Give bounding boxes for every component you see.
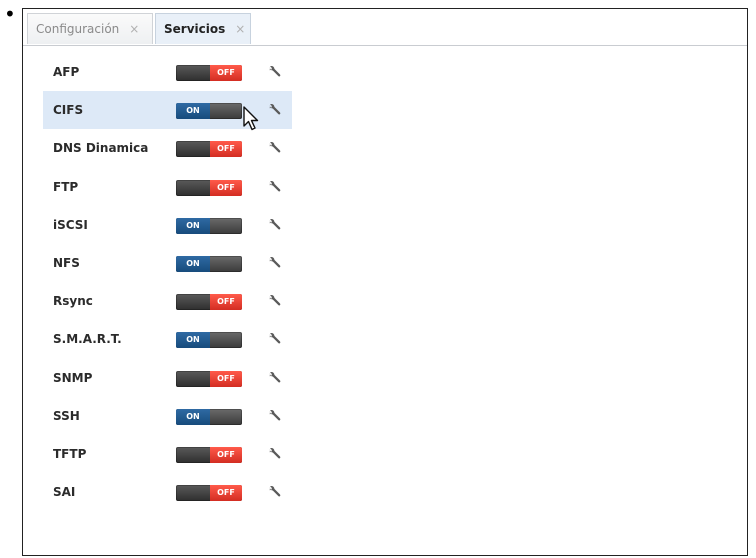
service-row[interactable]: S.M.A.R.T. ON [43, 320, 292, 358]
wrench-icon[interactable] [266, 217, 282, 233]
service-row[interactable]: NFS ON [43, 244, 292, 282]
service-toggle[interactable]: OFF [176, 65, 242, 81]
tab-bar: Configuración × Servicios × [23, 9, 747, 46]
service-name: DNS Dinamica [53, 141, 149, 156]
service-toggle[interactable]: ON [176, 332, 242, 349]
toggle-state-label: OFF [210, 141, 242, 158]
toggle-state-label: OFF [210, 485, 242, 502]
service-name: S.M.A.R.T. [53, 332, 122, 347]
service-toggle[interactable]: OFF [176, 485, 242, 502]
service-toggle[interactable]: OFF [176, 447, 242, 463]
services-panel: Configuración × Servicios × AFP OFF CIFS ON… [22, 8, 748, 556]
tab-label: Configuración [36, 22, 120, 36]
service-row[interactable]: SSH ON [43, 397, 292, 435]
tab-label: Servicios [164, 22, 226, 36]
service-row[interactable]: DNS Dinamica OFF [43, 129, 292, 167]
service-name: SNMP [53, 370, 93, 385]
wrench-icon[interactable] [266, 484, 282, 500]
toggle-state-label: ON [176, 217, 210, 234]
toggle-state-label: ON [176, 332, 210, 349]
service-toggle[interactable]: ON [176, 256, 242, 272]
wrench-icon[interactable] [266, 293, 282, 309]
service-toggle[interactable]: OFF [176, 179, 242, 196]
wrench-icon[interactable] [266, 408, 282, 424]
service-name: NFS [53, 256, 80, 270]
wrench-icon[interactable] [266, 331, 282, 347]
service-toggle[interactable]: OFF [176, 141, 242, 158]
wrench-icon[interactable] [266, 446, 282, 462]
wrench-icon[interactable] [266, 370, 282, 386]
list-bullet: • [4, 2, 16, 26]
service-row[interactable]: TFTP OFF [43, 435, 292, 473]
toggle-state-label: OFF [210, 294, 242, 311]
service-name: AFP [53, 65, 80, 79]
service-toggle[interactable]: ON [176, 103, 242, 120]
toggle-state-label: ON [176, 103, 210, 120]
service-row[interactable]: iSCSI ON [43, 206, 292, 244]
service-row[interactable]: AFP OFF [43, 53, 292, 91]
service-name: FTP [53, 179, 79, 194]
service-toggle[interactable]: ON [176, 408, 242, 425]
service-name: TFTP [53, 447, 87, 461]
service-toggle[interactable]: ON [176, 217, 242, 234]
toggle-state-label: OFF [210, 65, 242, 81]
wrench-icon[interactable] [266, 102, 282, 118]
toggle-state-label: ON [176, 256, 210, 272]
service-name: iSCSI [53, 217, 88, 232]
wrench-icon[interactable] [266, 179, 282, 195]
service-name: SAI [53, 485, 76, 500]
tab-configuracion[interactable]: Configuración × [27, 13, 153, 44]
service-name: SSH [53, 408, 80, 423]
close-icon[interactable]: × [129, 22, 139, 36]
service-row[interactable]: SAI OFF [43, 473, 292, 511]
tab-servicios[interactable]: Servicios × [155, 13, 251, 44]
toggle-state-label: OFF [210, 447, 242, 463]
toggle-state-label: OFF [210, 179, 242, 196]
service-row[interactable]: SNMP OFF [43, 359, 292, 397]
service-row[interactable]: FTP OFF [43, 168, 292, 206]
wrench-icon[interactable] [266, 255, 282, 271]
wrench-icon[interactable] [266, 64, 282, 80]
service-row[interactable]: Rsync OFF [43, 282, 292, 320]
service-toggle[interactable]: OFF [176, 294, 242, 311]
toggle-state-label: OFF [210, 370, 242, 387]
toggle-state-label: ON [176, 408, 210, 425]
service-toggle[interactable]: OFF [176, 370, 242, 387]
service-name: Rsync [53, 294, 93, 309]
service-row[interactable]: CIFS ON [43, 91, 292, 130]
close-icon[interactable]: × [235, 22, 245, 36]
wrench-icon[interactable] [266, 140, 282, 156]
service-name: CIFS [53, 103, 84, 118]
